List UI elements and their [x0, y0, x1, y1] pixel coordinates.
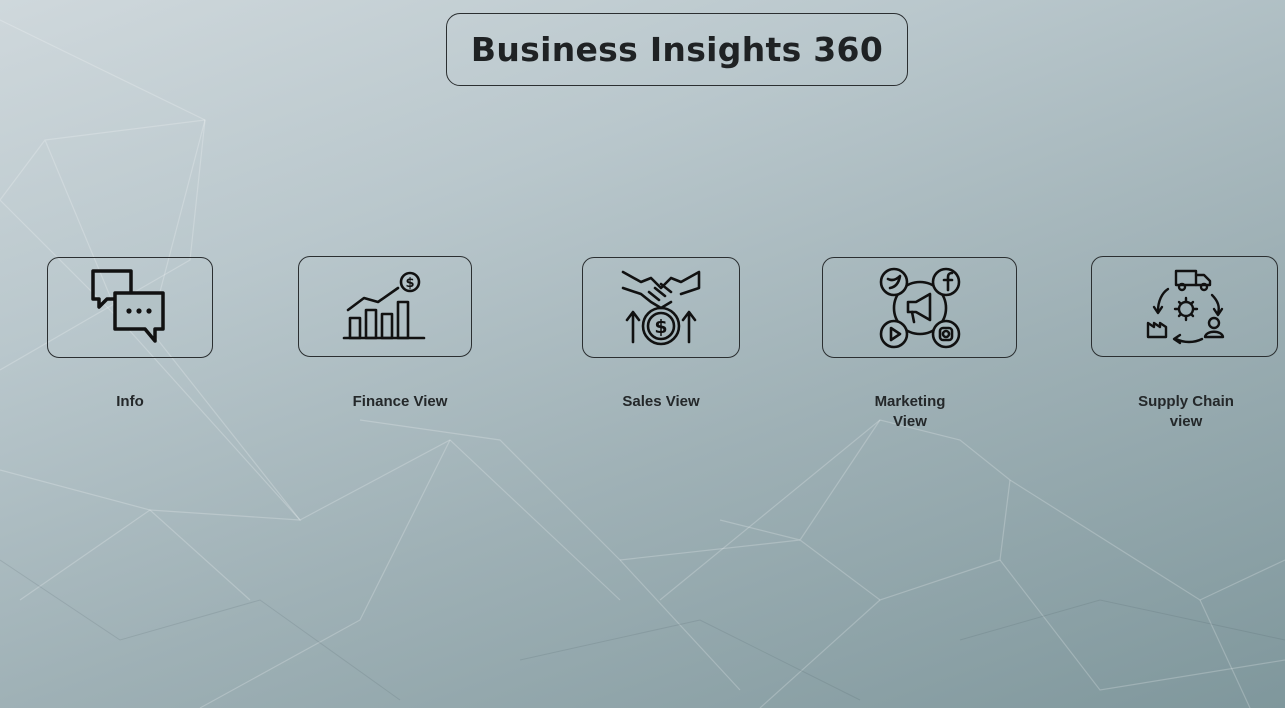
sales-view-button[interactable]: $ — [582, 257, 740, 358]
info-button[interactable] — [47, 257, 213, 358]
supply-chain-view-button[interactable] — [1091, 256, 1278, 357]
svg-text:$: $ — [654, 316, 667, 338]
marketing-view-label: Marketing View — [874, 393, 946, 430]
social-media-megaphone-icon — [879, 267, 960, 348]
supply-chain-view-label: Supply Chain view — [1138, 393, 1234, 430]
page-title: Business Insights 360 — [470, 30, 884, 69]
title-banner: Business Insights 360 — [446, 13, 908, 86]
chat-bubbles-icon — [91, 268, 165, 343]
svg-text:$: $ — [405, 276, 414, 291]
sales-view-label: Sales View — [622, 393, 700, 410]
supply-cycle-icon — [1146, 269, 1224, 344]
info-label: Info — [116, 393, 144, 410]
growth-chart-dollar-icon: $ — [342, 271, 426, 339]
finance-view-button[interactable]: $ — [298, 256, 472, 357]
marketing-view-button[interactable] — [822, 257, 1017, 358]
finance-view-label: Finance View — [352, 393, 448, 410]
handshake-coin-icon: $ — [621, 270, 701, 345]
